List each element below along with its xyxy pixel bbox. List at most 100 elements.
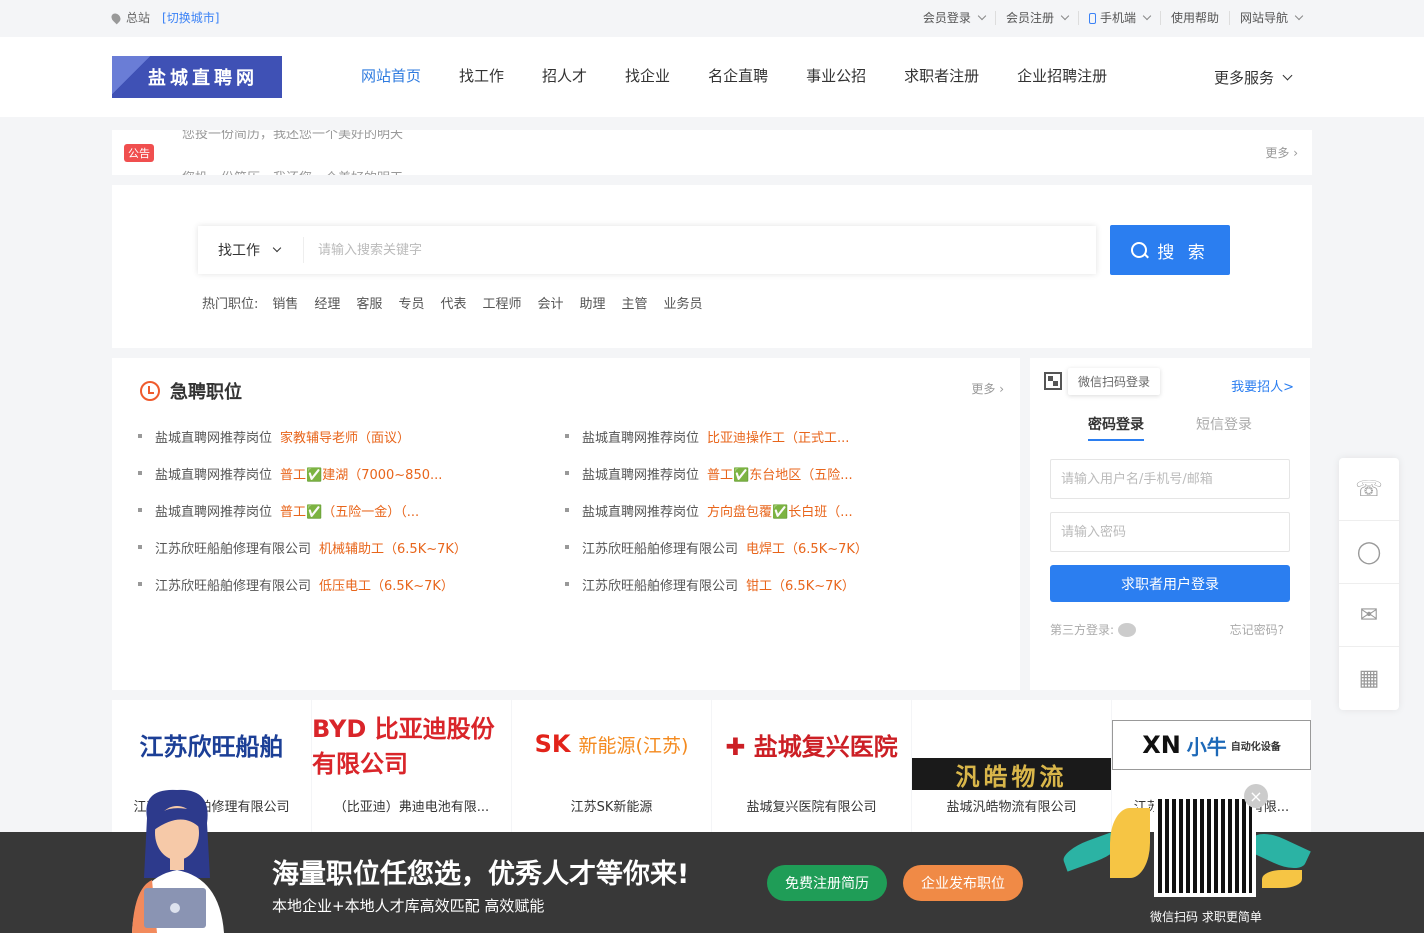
company-card[interactable]: 汎皓物流 盐城汎皓物流有限公司: [912, 700, 1111, 832]
job-company[interactable]: 盐城直聘网推荐岗位: [582, 427, 699, 446]
search-type-label: 找工作: [218, 243, 260, 259]
member-login-link[interactable]: 会员登录: [913, 11, 995, 25]
job-company[interactable]: 江苏欣旺船舶修理有限公司: [582, 575, 738, 594]
wechat-scan-login-tip[interactable]: 微信扫码登录: [1068, 368, 1161, 395]
company-card[interactable]: ✚ 盐城复兴医院 盐城复兴医院有限公司: [712, 700, 911, 832]
hot-position-link[interactable]: 经理: [314, 293, 340, 312]
company-name[interactable]: （比亚迪）弗迪电池有限...: [312, 796, 511, 815]
search-input[interactable]: [304, 227, 1096, 273]
post-job-button[interactable]: 企业发布职位: [903, 865, 1023, 901]
job-item[interactable]: 盐城直聘网推荐岗位 普工✅东台地区（五险...: [565, 463, 995, 483]
company-name[interactable]: 盐城复兴医院有限公司: [712, 796, 911, 815]
search-type-select[interactable]: 找工作: [198, 237, 304, 263]
wechat-icon[interactable]: [1118, 622, 1137, 637]
phone-contact-icon[interactable]: ☏: [1339, 458, 1399, 521]
username-field[interactable]: [1050, 459, 1290, 499]
notice-more-link[interactable]: 更多 ›: [1265, 144, 1298, 161]
hot-position-link[interactable]: 工程师: [482, 293, 521, 312]
company-card[interactable]: SK 新能源(江苏) 江苏SK新能源: [512, 700, 711, 832]
nav-famous-companies[interactable]: 名企直聘: [689, 37, 787, 117]
job-list: 盐城直聘网推荐岗位 家教辅导老师（面议） 盐城直聘网推荐岗位 比亚迪操作工（正式工.…: [138, 426, 998, 594]
job-item[interactable]: 江苏欣旺船舶修理有限公司 机械辅助工（6.5K~7K）: [138, 537, 565, 557]
job-position[interactable]: 普工✅（五险一金）（...: [280, 501, 419, 520]
nav-recruit[interactable]: 招人才: [523, 37, 606, 117]
nav-seeker-register[interactable]: 求职者注册: [885, 37, 998, 117]
job-position[interactable]: 方向盘包覆✅长白班（...: [707, 501, 853, 520]
search-button[interactable]: 搜 索: [1110, 225, 1230, 275]
mobile-link[interactable]: 手机端: [1077, 11, 1160, 25]
hot-position-link[interactable]: 客服: [356, 293, 382, 312]
urgent-jobs-title: 急聘职位: [140, 378, 242, 404]
job-company[interactable]: 江苏欣旺船舶修理有限公司: [582, 538, 738, 557]
forgot-password-link[interactable]: 忘记密码?: [1230, 621, 1284, 638]
banner-headline: 海量职位任您选，优秀人才等你来!: [272, 859, 690, 890]
company-card[interactable]: BYD 比亚迪股份有限公司 （比亚迪）弗迪电池有限...: [312, 700, 511, 832]
job-position[interactable]: 普工✅建湖（7000~850...: [280, 464, 442, 483]
hot-position-link[interactable]: 业务员: [664, 293, 703, 312]
job-position[interactable]: 机械辅助工（6.5K~7K）: [319, 538, 467, 557]
nav-company-register[interactable]: 企业招聘注册: [998, 37, 1126, 117]
more-services-menu[interactable]: 更多服务: [1214, 67, 1293, 88]
company-name[interactable]: 江苏SK新能源: [512, 796, 711, 815]
want-hire-link[interactable]: 我要招人>: [1231, 376, 1294, 395]
tab-sms-login[interactable]: 短信登录: [1196, 414, 1252, 441]
job-company[interactable]: 盐城直聘网推荐岗位: [155, 427, 272, 446]
job-position[interactable]: 钳工（6.5K~7K）: [746, 575, 855, 594]
job-item[interactable]: 盐城直聘网推荐岗位 普工✅建湖（7000~850...: [138, 463, 565, 483]
seeker-login-button[interactable]: 求职者用户登录: [1050, 565, 1290, 602]
tab-password-login[interactable]: 密码登录: [1088, 414, 1144, 441]
chevron-down-icon: [1294, 11, 1304, 21]
job-item[interactable]: 盐城直聘网推荐岗位 方向盘包覆✅长白班（...: [565, 500, 995, 520]
search-panel: 找工作 搜 索 热门职位: 销售 经理 客服 专员 代表 工程师 会计 助理 主…: [112, 185, 1312, 348]
close-icon[interactable]: ×: [1244, 784, 1268, 808]
job-company[interactable]: 盐城直聘网推荐岗位: [582, 501, 699, 520]
job-company[interactable]: 盐城直聘网推荐岗位: [582, 464, 699, 483]
qq-icon[interactable]: ◯: [1339, 521, 1399, 584]
hot-position-link[interactable]: 代表: [440, 293, 466, 312]
login-tabs: 密码登录 短信登录: [1030, 414, 1310, 441]
job-position[interactable]: 电焊工（6.5K~7K）: [746, 538, 868, 557]
qr-code-icon[interactable]: ▦: [1339, 647, 1399, 710]
hot-position-link[interactable]: 专员: [398, 293, 424, 312]
job-item[interactable]: 江苏欣旺船舶修理有限公司 钳工（6.5K~7K）: [565, 574, 995, 594]
job-item[interactable]: 盐城直聘网推荐岗位 比亚迪操作工（正式工...: [565, 426, 995, 446]
floating-toolbar: ☏ ◯ ✉ ▦: [1339, 458, 1399, 710]
hot-position-link[interactable]: 主管: [622, 293, 648, 312]
job-company[interactable]: 盐城直聘网推荐岗位: [155, 501, 272, 520]
nav-find-company[interactable]: 找企业: [606, 37, 689, 117]
more-services-label: 更多服务: [1214, 69, 1275, 87]
hot-position-link[interactable]: 助理: [580, 293, 606, 312]
job-position[interactable]: 普工✅东台地区（五险...: [707, 464, 853, 483]
job-position[interactable]: 低压电工（6.5K~7K）: [319, 575, 454, 594]
company-name[interactable]: 盐城汎皓物流有限公司: [912, 796, 1111, 815]
nav-home[interactable]: 网站首页: [342, 37, 440, 117]
password-field[interactable]: [1050, 512, 1290, 552]
chevron-down-icon: [272, 243, 282, 253]
hot-position-link[interactable]: 销售: [272, 293, 298, 312]
job-item[interactable]: 盐城直聘网推荐岗位 普工✅（五险一金）（...: [138, 500, 565, 520]
job-item[interactable]: 江苏欣旺船舶修理有限公司 电焊工（6.5K~7K）: [565, 537, 995, 557]
switch-city-link[interactable]: [切换城市]: [162, 9, 219, 26]
job-company[interactable]: 盐城直聘网推荐岗位: [155, 464, 272, 483]
help-link[interactable]: 使用帮助: [1159, 11, 1229, 25]
register-resume-button[interactable]: 免费注册简历: [767, 865, 887, 901]
chevron-down-icon: [1060, 11, 1070, 21]
site-logo[interactable]: 盐城直聘网: [112, 56, 282, 98]
job-item[interactable]: 江苏欣旺船舶修理有限公司 低压电工（6.5K~7K）: [138, 574, 565, 594]
nav-find-job[interactable]: 找工作: [440, 37, 523, 117]
notice-text[interactable]: 您投一份简历，我还您一个美好的明天: [182, 167, 403, 175]
site-nav-link[interactable]: 网站导航: [1228, 11, 1312, 25]
job-position[interactable]: 比亚迪操作工（正式工...: [707, 427, 849, 446]
job-position[interactable]: 家教辅导老师（面议）: [280, 427, 410, 446]
job-company[interactable]: 江苏欣旺船舶修理有限公司: [155, 575, 311, 594]
banner-subtitle: 本地企业+本地人才库高效匹配 高效赋能: [272, 897, 545, 915]
member-register-link[interactable]: 会员注册: [994, 11, 1078, 25]
wechat-icon[interactable]: ✉: [1339, 584, 1399, 647]
job-item[interactable]: 盐城直聘网推荐岗位 家教辅导老师（面议）: [138, 426, 565, 446]
job-company[interactable]: 江苏欣旺船舶修理有限公司: [155, 538, 311, 557]
notice-text[interactable]: 您投一份简历，我还您一个美好的明天: [182, 130, 403, 142]
nav-public-jobs[interactable]: 事业公招: [787, 37, 885, 117]
qr-code-icon[interactable]: [1044, 372, 1062, 390]
hot-position-link[interactable]: 会计: [537, 293, 563, 312]
urgent-jobs-more-link[interactable]: 更多 ›: [971, 380, 1004, 397]
